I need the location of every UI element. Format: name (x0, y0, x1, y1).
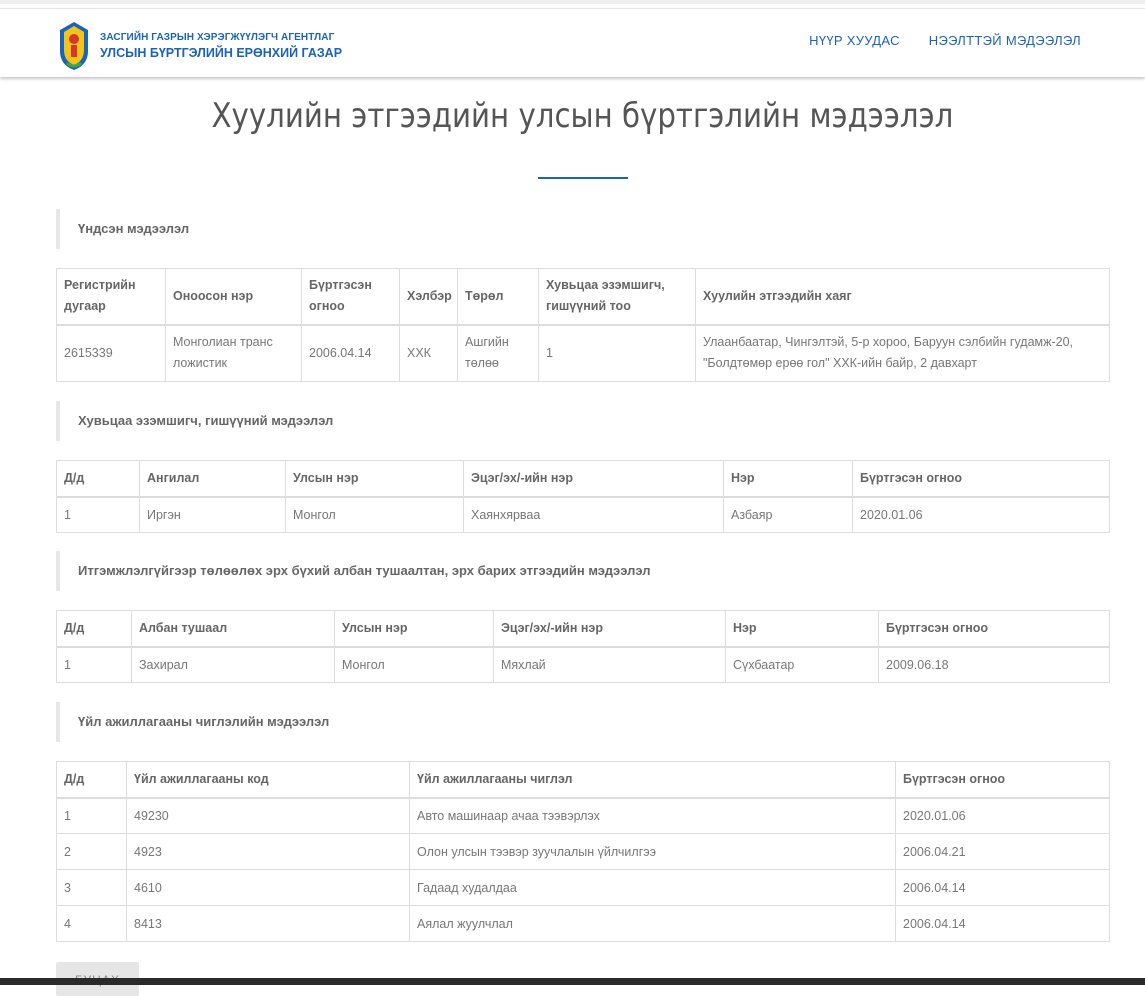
table-cell: 2006.04.14 (301, 324, 400, 382)
table-cell: Иргэн (139, 496, 286, 533)
column-header: Д/д (56, 761, 127, 798)
section-heading-activities: Үйл ажиллагааны чиглэлийн мэдээлэл (56, 702, 756, 742)
table-cell: 1 (56, 797, 127, 834)
table-cell: 4 (56, 905, 127, 942)
table-cell: 2020.01.06 (852, 496, 1110, 533)
table-cell: Азбаяр (723, 496, 853, 533)
activities-table: Д/д Үйл ажиллагааны код Үйл ажиллагааны … (56, 761, 1110, 942)
column-header: Улсын нэр (285, 460, 464, 497)
table-cell: Улаанбаатар, Чингэлтэй, 5-р хороо, Баруу… (695, 324, 1110, 382)
table-cell: 4610 (126, 869, 410, 906)
column-header: Хувьцаа эзэмшигч, гишүүний тоо (538, 268, 696, 325)
column-header: Оноосон нэр (165, 268, 302, 325)
title-underline (538, 177, 628, 179)
table-row: 1 49230 Авто машинаар ачаа тээвэрлэх 202… (56, 797, 1110, 834)
column-header: Төрөл (457, 268, 539, 325)
shareholders-table: Д/д Ангилал Улсын нэр Эцэг/эх/-ийн нэр Н… (56, 460, 1110, 533)
main-nav: НҮҮР ХУУДАС НЭЭЛТТЭЙ МЭДЭЭЛЭЛ (809, 33, 1081, 48)
column-header: Үйл ажиллагааны чиглэл (409, 761, 896, 798)
bottom-bar (0, 978, 1145, 985)
table-cell: Ашгийн төлөө (457, 324, 539, 382)
nav-home-link[interactable]: НҮҮР ХУУДАС (809, 33, 900, 48)
table-cell: 1 (538, 324, 696, 382)
table-cell: Монголиан транс ложистик (165, 324, 302, 382)
table-cell: 2020.01.06 (895, 797, 1110, 834)
table-cell: Сүхбаатар (725, 646, 879, 683)
browser-top-strip (0, 0, 1145, 4)
table-row: 4 8413 Аялал жуулчлал 2006.04.14 (56, 905, 1110, 942)
table-cell: 2006.04.14 (895, 905, 1110, 942)
column-header: Нэр (725, 610, 879, 647)
table-cell: 8413 (126, 905, 410, 942)
table-cell: Монгол (285, 496, 464, 533)
column-header: Эцэг/эх/-ийн нэр (493, 610, 726, 647)
column-header: Улсын нэр (334, 610, 494, 647)
table-cell: Хаянхярваа (463, 496, 724, 533)
column-header: Бүртгэсэн огноо (878, 610, 1110, 647)
table-cell: 2615339 (56, 324, 166, 382)
table-cell: 49230 (126, 797, 410, 834)
column-header: Хуулийн этгээдийн хаяг (695, 268, 1110, 325)
table-cell: 1 (56, 496, 140, 533)
table-header-row: Д/д Үйл ажиллагааны код Үйл ажиллагааны … (56, 761, 1110, 798)
table-row: 3 4610 Гадаад худалдаа 2006.04.14 (56, 869, 1110, 906)
nav-open-data-link[interactable]: НЭЭЛТТЭЙ МЭДЭЭЛЭЛ (929, 33, 1081, 48)
page-title: Хуулийн этгээдийн улсын бүртгэлийн мэдээ… (211, 96, 954, 136)
table-header-row: Регистрийн дугаар Оноосон нэр Бүртгэсэн … (56, 268, 1110, 325)
table-cell: 1 (56, 646, 132, 683)
column-header: Албан тушаал (131, 610, 335, 647)
column-header: Регистрийн дугаар (56, 268, 166, 325)
basic-info-table: Регистрийн дугаар Оноосон нэр Бүртгэсэн … (56, 268, 1110, 382)
column-header: Эцэг/эх/-ийн нэр (463, 460, 724, 497)
officials-table: Д/д Албан тушаал Улсын нэр Эцэг/эх/-ийн … (56, 610, 1110, 683)
table-cell: 2006.04.21 (895, 833, 1110, 870)
table-row: 2 4923 Олон улсын тээвэр зуучлалын үйлчи… (56, 833, 1110, 870)
table-cell: 2006.04.14 (895, 869, 1110, 906)
table-cell: Мяхлай (493, 646, 726, 683)
column-header: Бүртгэсэн огноо (301, 268, 400, 325)
table-cell: Олон улсын тээвэр зуучлалын үйлчилгээ (409, 833, 896, 870)
table-cell: 2009.06.18 (878, 646, 1110, 683)
table-cell: 4923 (126, 833, 410, 870)
column-header: Д/д (56, 610, 132, 647)
table-cell: Авто машинаар ачаа тээвэрлэх (409, 797, 896, 834)
table-header-row: Д/д Ангилал Улсын нэр Эцэг/эх/-ийн нэр Н… (56, 460, 1110, 497)
column-header: Үйл ажиллагааны код (126, 761, 410, 798)
column-header: Хэлбэр (399, 268, 458, 325)
table-cell: Аялал жуулчлал (409, 905, 896, 942)
column-header: Бүртгэсэн огноо (852, 460, 1110, 497)
table-cell: Гадаад худалдаа (409, 869, 896, 906)
section-heading-basic: Үндсэн мэдээлэл (56, 209, 756, 249)
agency-line-1: ЗАСГИЙН ГАЗРЫН ХЭРЭГЖҮҮЛЭГЧ АГЕНТЛАГ (100, 32, 335, 43)
top-navbar: ЗАСГИЙН ГАЗРЫН ХЭРЭГЖҮҮЛЭГЧ АГЕНТЛАГ УЛС… (0, 8, 1145, 77)
section-heading-shareholders: Хувьцаа эзэмшигч, гишүүний мэдээлэл (56, 401, 756, 441)
brand-logo-link[interactable]: ЗАСГИЙН ГАЗРЫН ХЭРЭГЖҮҮЛЭГЧ АГЕНТЛАГ УЛС… (58, 21, 342, 71)
column-header: Д/д (56, 460, 140, 497)
column-header: Ангилал (139, 460, 286, 497)
table-row: 1 Иргэн Монгол Хаянхярваа Азбаяр 2020.01… (56, 496, 1110, 533)
table-cell: ХХК (399, 324, 458, 382)
column-header: Бүртгэсэн огноо (895, 761, 1110, 798)
table-cell: Захирал (131, 646, 335, 683)
agency-line-2: УЛСЫН БҮРТГЭЛИЙН ЕРӨНХИЙ ГАЗАР (100, 46, 343, 60)
state-emblem-icon (60, 22, 88, 70)
table-cell: 2 (56, 833, 127, 870)
table-row: 1 Захирал Монгол Мяхлай Сүхбаатар 2009.0… (56, 646, 1110, 683)
table-row: 2615339 Монголиан транс ложистик 2006.04… (56, 324, 1110, 382)
table-cell: 3 (56, 869, 127, 906)
table-cell: Монгол (334, 646, 494, 683)
table-header-row: Д/д Албан тушаал Улсын нэр Эцэг/эх/-ийн … (56, 610, 1110, 647)
section-heading-officials: Итгэмжлэлгүйгээр төлөөлөх эрх бүхий алба… (56, 551, 856, 591)
column-header: Нэр (723, 460, 853, 497)
